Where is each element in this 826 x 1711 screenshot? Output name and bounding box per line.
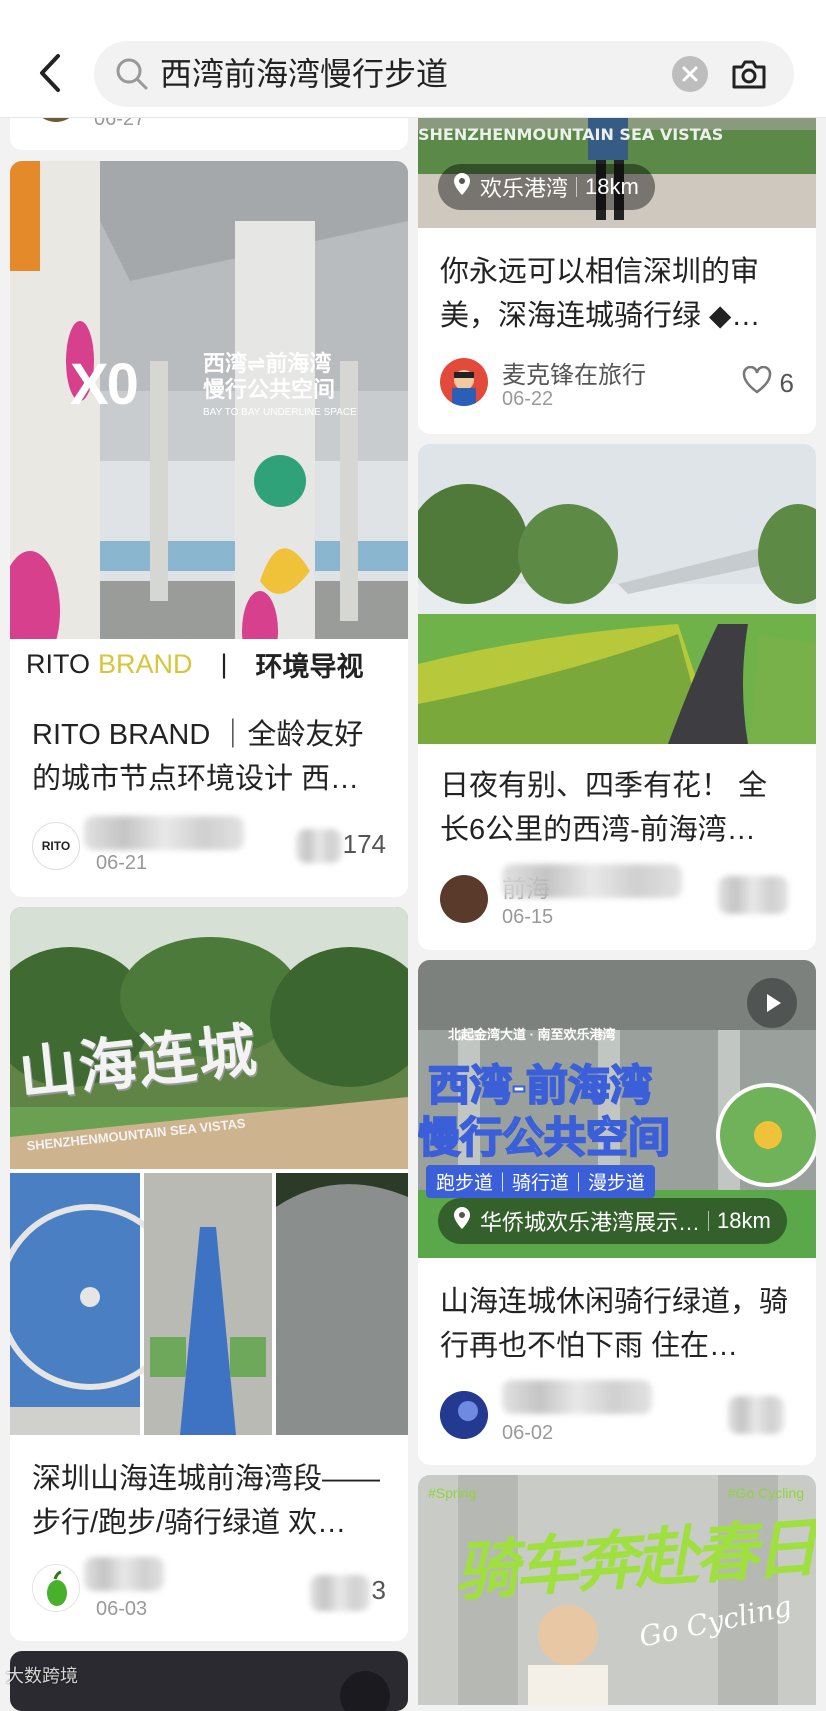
avatar: RITO: [32, 822, 80, 870]
brand-divider: |: [220, 648, 228, 679]
note-card-park[interactable]: 日夜有别、四季有花！ 全长6公里的西湾-前海湾… 前海 06-15: [418, 444, 816, 950]
like-count[interactable]: 174: [343, 829, 386, 860]
like-count-value: 6: [779, 368, 794, 398]
brand-name-b: BRAND: [98, 648, 193, 679]
blurred-author: [502, 864, 682, 898]
location-distance: 18km: [717, 1208, 771, 1233]
like-count-value: 174: [342, 829, 386, 859]
note-cover-image: #Spring #Go Cycling 骑车奔赴春日 Go Cycling: [418, 1475, 816, 1705]
note-title: 深圳山海连城前海湾段——步行/跑步/骑行绿道 欢…: [32, 1463, 381, 1539]
brand-strip: RITO BRAND | 环境导视: [10, 639, 408, 689]
note-cover-image: [418, 444, 816, 744]
tag-left: #Spring: [428, 1485, 477, 1501]
note-title: RITO BRAND ｜全龄友好的城市节点环境设计 西…: [32, 719, 364, 795]
banner-logo: X0: [70, 352, 139, 417]
note-cover-image: SHENZHENMOUNTAIN SEA VISTAS 欢乐港湾 18km: [418, 100, 816, 228]
blurred-author: [84, 1557, 164, 1591]
like-count[interactable]: 3: [372, 1575, 386, 1606]
watermark: 大数跨境: [6, 1666, 78, 1686]
note-date: 06-22: [502, 388, 554, 410]
note-cover-image: 山海连城 SHENZHENMOUNTAIN SEA VISTAS: [10, 907, 408, 1435]
svg-text:SHENZHENMOUNTAIN SEA VISTAS: SHENZHENMOUNTAIN SEA VISTAS: [418, 125, 723, 144]
avatar: [440, 875, 488, 923]
note-card-shan[interactable]: 山海连城 SHENZHENMOUNTAIN SEA VISTAS 深圳山海连城前…: [10, 907, 408, 1641]
note-card-video[interactable]: 北起金湾大道 · 南至欢乐港湾 西湾-前海湾 慢行公共空间 跑步道｜骑行道｜漫步…: [418, 960, 816, 1465]
play-icon: [747, 978, 797, 1028]
note-card-spring[interactable]: #Spring #Go Cycling 骑车奔赴春日 Go Cycling: [418, 1475, 816, 1705]
back-icon[interactable]: [30, 48, 70, 98]
like-count-value: 3: [371, 1575, 386, 1605]
top-bar: 西湾前海湾慢行步道: [0, 0, 826, 118]
clear-icon[interactable]: [672, 56, 708, 92]
location-name: 华侨城欢乐港湾展示…: [480, 1210, 701, 1235]
note-title: 你永远可以相信深圳的审美，深海连城骑行绿 ◆…: [440, 256, 761, 332]
note-card-travel[interactable]: SHENZHENMOUNTAIN SEA VISTAS 欢乐港湾 18km 你永…: [418, 100, 816, 434]
pepper-icon: [32, 1564, 80, 1612]
note-card-rito[interactable]: X0 西湾⇌前海湾 慢行公共空间 BAY TO BAY UNDERLINE SP…: [10, 161, 408, 897]
search-query: 西湾前海湾慢行步道: [160, 56, 449, 92]
note-date: 06-21: [96, 852, 148, 874]
note-date: 06-03: [96, 1598, 148, 1620]
author-name[interactable]: 麦克锋在旅行: [502, 355, 646, 390]
like-button[interactable]: 6: [742, 365, 794, 401]
brand-tag: 环境导视: [255, 651, 364, 682]
avatar: [440, 1391, 488, 1439]
brand-name-a: RITO: [26, 648, 91, 679]
location-pin-icon: [452, 172, 472, 202]
location-pill[interactable]: 华侨城欢乐港湾展示… 18km: [438, 1198, 787, 1244]
blurred-like-icon: [718, 876, 788, 914]
location-pill[interactable]: 欢乐港湾 18km: [438, 164, 655, 210]
search-icon: [114, 56, 150, 92]
note-title: 山海连城休闲骑行绿道，骑行再也不怕下雨 住在…: [440, 1286, 789, 1362]
camera-icon[interactable]: [728, 53, 770, 95]
video-overlay-tag: 跑步道｜骑行道｜漫步道: [426, 1165, 656, 1198]
banner-title-1: 西湾⇌前海湾: [203, 351, 332, 376]
pill-divider: [576, 177, 578, 197]
note-date: 06-15: [502, 906, 554, 928]
note-cover-image: 北起金湾大道 · 南至欢乐港湾 西湾-前海湾 慢行公共空间 跑步道｜骑行道｜漫步…: [418, 960, 816, 1258]
location-pin-icon: [452, 1206, 472, 1236]
blurred-like-icon: [310, 1575, 370, 1611]
blurred-like-icon: [728, 1396, 784, 1434]
note-date: 06-02: [502, 1422, 554, 1444]
blurred-like-icon: [296, 829, 342, 863]
blurred-author: [84, 816, 244, 850]
play-icon: [340, 1671, 390, 1711]
heart-icon: [742, 365, 772, 401]
note-title: 日夜有别、四季有花！ 全长6公里的西湾-前海湾…: [440, 770, 768, 846]
pill-divider: [708, 1211, 710, 1231]
location-name: 欢乐港湾: [480, 176, 569, 201]
video-overlay-small: 北起金湾大道 · 南至欢乐港湾: [448, 1027, 616, 1042]
blurred-author: [502, 1380, 652, 1414]
banner-title-2: 慢行公共空间: [203, 377, 336, 402]
avatar: [440, 358, 488, 406]
search-input[interactable]: 西湾前海湾慢行步道: [94, 41, 794, 107]
banner-subtitle: BAY TO BAY UNDERLINE SPACE: [203, 407, 357, 418]
note-cover-image: X0 西湾⇌前海湾 慢行公共空间 BAY TO BAY UNDERLINE SP…: [10, 161, 408, 689]
video-overlay-title-2: 慢行公共空间: [418, 1113, 671, 1162]
location-distance: 18km: [585, 174, 639, 199]
